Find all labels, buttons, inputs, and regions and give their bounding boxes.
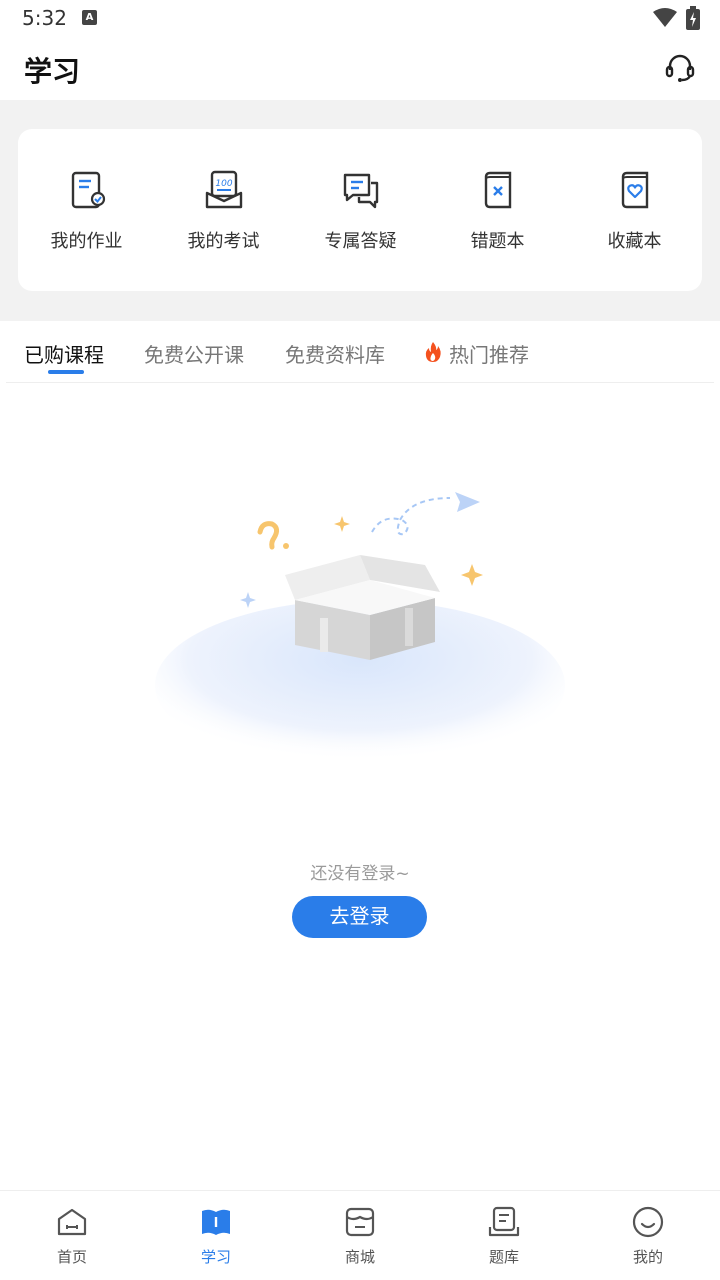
tool-label: 专属答疑 [324,231,397,252]
tool-wrong-questions[interactable]: 错题本 [429,129,566,291]
tool-label: 我的作业 [50,231,123,252]
study-book-icon [202,1209,230,1235]
tab-free-library[interactable]: 免费资料库 [285,339,385,368]
exam-icon: 100 [205,170,242,209]
bottom-nav: 首页 学习 商城 题库 我的 [0,1190,720,1280]
nav-label: 首页 [56,1248,87,1266]
empty-box-illustration [155,492,565,770]
nav-label: 题库 [488,1248,519,1266]
tool-exclusive-qa[interactable]: 专属答疑 [292,129,429,291]
tabs-divider [6,382,714,383]
favorites-book-icon [621,171,648,209]
tools-section: 我的作业 100 我的考试 专属答疑 错题本 收藏本 [0,100,720,321]
store-icon [345,1207,375,1237]
nav-profile[interactable]: 我的 [576,1191,720,1280]
tool-label: 收藏本 [607,231,662,252]
home-icon [57,1208,87,1236]
wrong-questions-book-icon [484,171,511,209]
active-tab-indicator [48,370,84,374]
nav-question-bank[interactable]: 题库 [432,1191,576,1280]
fire-icon [425,342,441,362]
tool-my-exam[interactable]: 100 我的考试 [155,129,292,291]
nav-study[interactable]: 学习 [144,1191,288,1280]
nav-label: 商城 [344,1248,375,1266]
course-tabs: 已购课程 免费公开课 免费资料库 热门推荐 [0,321,720,383]
nav-store[interactable]: 商城 [288,1191,432,1280]
status-bar: 5:32 A [0,0,720,38]
notification-a-icon: A [82,10,97,25]
qa-chat-icon [343,173,378,209]
status-time: 5:32 [22,6,67,30]
question-bank-icon [488,1206,520,1237]
battery-icon [686,6,700,30]
tool-label: 我的考试 [187,231,260,252]
profile-smile-icon [632,1206,664,1238]
tab-hot-recommend[interactable]: 热门推荐 [449,339,529,368]
tool-label: 错题本 [470,231,525,252]
header: 学习 [0,38,720,100]
tools-card: 我的作业 100 我的考试 专属答疑 错题本 收藏本 [18,129,702,291]
page-title: 学习 [24,55,81,88]
tab-free-open-courses[interactable]: 免费公开课 [144,339,244,368]
homework-icon [71,171,105,209]
tab-purchased-courses[interactable]: 已购课程 [24,339,104,368]
empty-state-message: 还没有登录~ [310,864,410,884]
tool-favorites[interactable]: 收藏本 [566,129,703,291]
nav-label: 我的 [632,1248,663,1266]
nav-label: 学习 [200,1248,231,1266]
headset-icon[interactable] [664,52,696,84]
wifi-icon [653,8,677,27]
svg-text:100: 100 [215,179,232,189]
tool-my-homework[interactable]: 我的作业 [18,129,155,291]
nav-home[interactable]: 首页 [0,1191,144,1280]
go-login-button[interactable]: 去登录 [292,896,427,938]
